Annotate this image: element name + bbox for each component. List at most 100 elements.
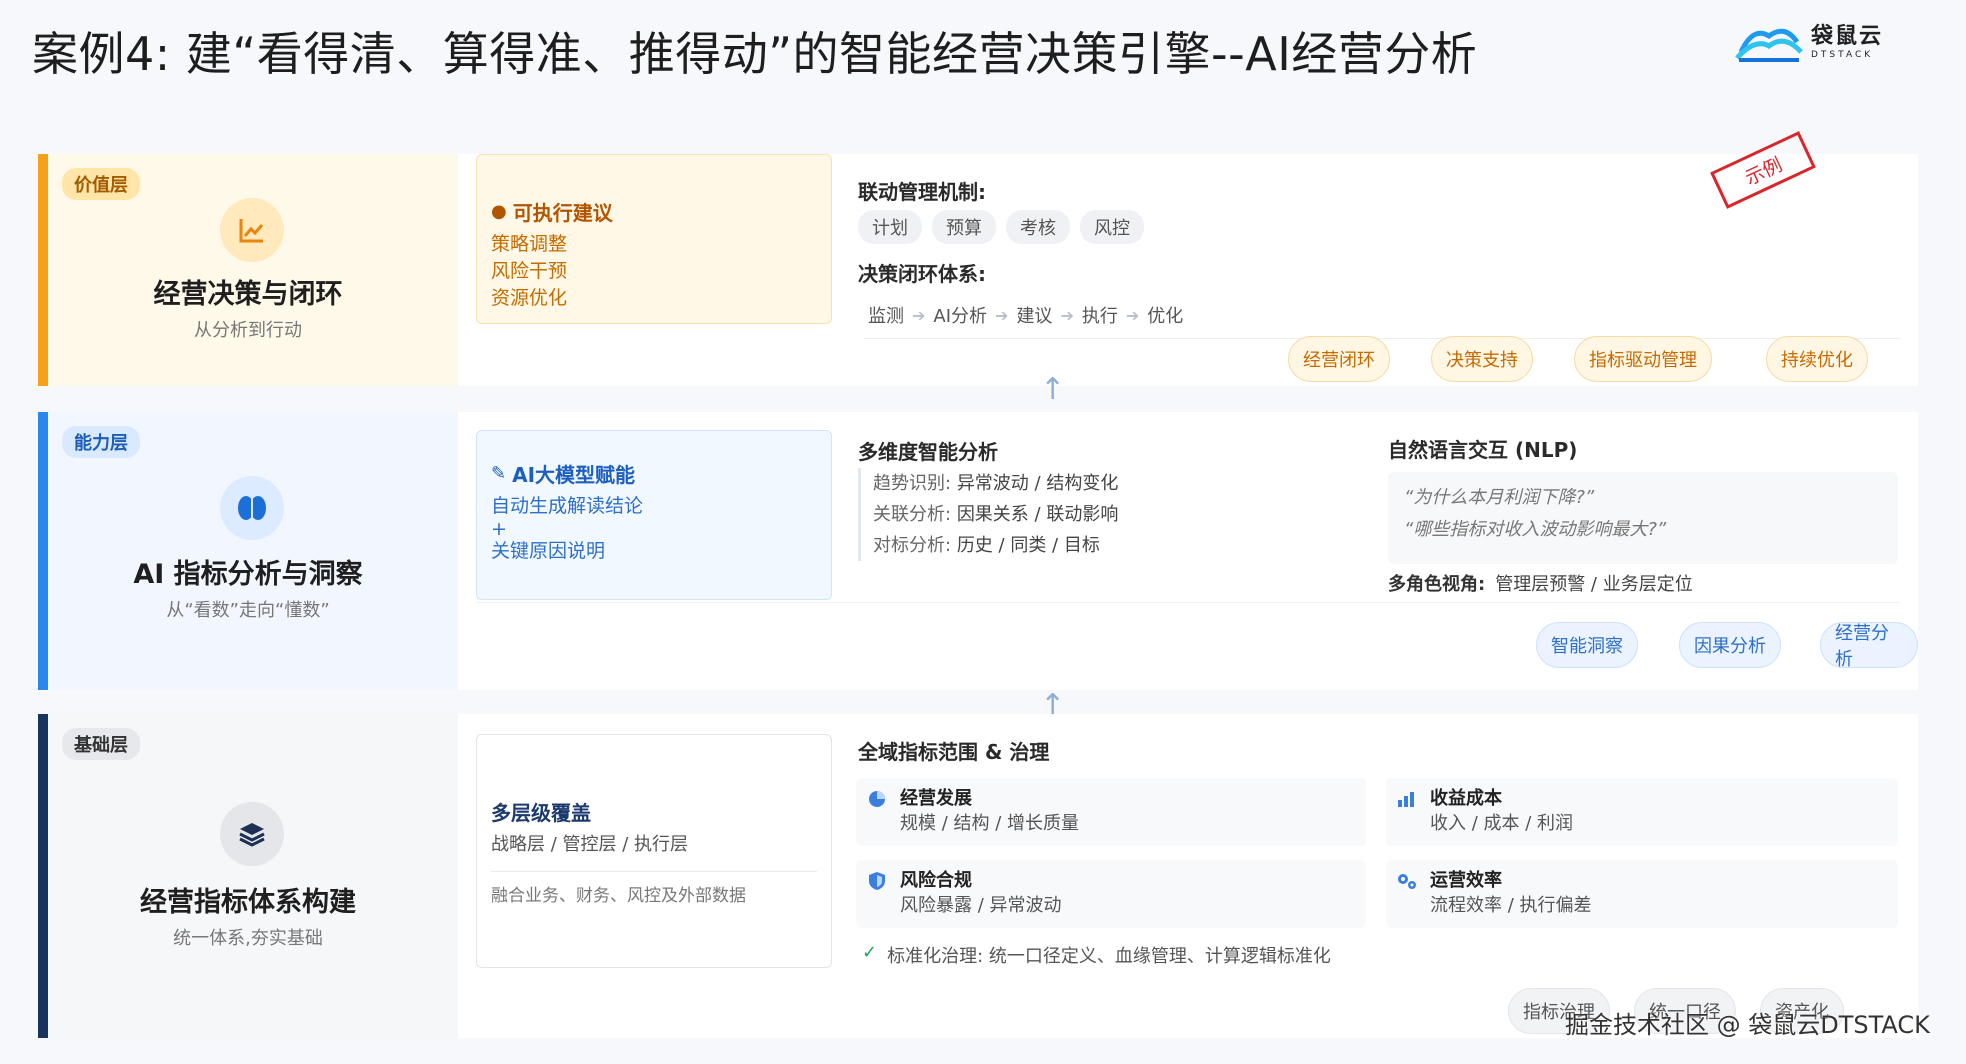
analysis-row: 趋势识别: 异常波动 / 结构变化 [873, 468, 1118, 499]
base-layer-title: 经营指标体系构建 [140, 887, 356, 918]
tag-decision-support: 决策支持 [1431, 336, 1533, 382]
governance-row: ✓ 标准化治理: 统一口径定义、血缘管理、计算逻辑标准化 [862, 942, 1331, 968]
analysis-key: 关联分析: [873, 504, 952, 525]
value-layer-badge: 价值层 [62, 168, 140, 200]
roles-label: 多角色视角: [1388, 574, 1486, 595]
tag-causal-analysis: 因果分析 [1679, 622, 1781, 668]
linkage-title: 联动管理机制: [858, 180, 986, 204]
value-layer-title: 经营决策与闭环 [153, 279, 343, 310]
multi-analysis-title: 多维度智能分析 [858, 440, 998, 464]
domain-desc: 规模 / 结构 / 增长质量 [900, 813, 1080, 834]
actionable-advice-card: ● 可执行建议 策略调整 风险干预 资源优化 [476, 154, 832, 324]
domain-revenue-cost: 收益成本 收入 / 成本 / 利润 [1386, 778, 1898, 846]
base-layer: 基础层 经营指标体系构建 统一体系,夯实基础 多层级覆盖 战略层 / 管控层 /… [38, 714, 1918, 1038]
analysis-row: 关联分析: 因果关系 / 联动影响 [873, 499, 1118, 530]
domain-name: 风险合规 [900, 870, 972, 891]
value-layer: 价值层 经营决策与闭环 从分析到行动 ● 可执行建议 策略调整 风险干预 资源优… [38, 154, 1918, 386]
analysis-value: 历史 / 同类 / 目标 [956, 535, 1100, 556]
watermark-text: 掘金技术社区 @ 袋鼠云DTSTACK [1565, 1011, 1930, 1039]
pie-chart-icon [866, 788, 888, 810]
ability-layer-title: AI 指标分析与洞察 [133, 559, 363, 590]
multi-level-line: 战略层 / 管控层 / 执行层 [491, 834, 689, 855]
logo-mark-icon [1735, 28, 1803, 62]
ai-model-line: + [491, 518, 507, 540]
analysis-value: 异常波动 / 结构变化 [956, 473, 1119, 494]
logo-en-text: DTSTACK [1811, 50, 1874, 60]
loop-step: 建议 [1016, 306, 1053, 327]
nlp-title: 自然语言交互 (NLP) [1388, 438, 1578, 462]
logo-cn-text: 袋鼠云 [1811, 24, 1884, 49]
advice-line: 风险干预 [491, 260, 568, 282]
multi-level-title: 多层级覆盖 [491, 801, 591, 825]
tag-business-analysis: 经营分析 [1820, 622, 1918, 670]
ability-layer-bar [38, 412, 48, 690]
domain-name: 运营效率 [1430, 870, 1502, 891]
multi-level-card: 多层级覆盖 战略层 / 管控层 / 执行层 融合业务、财务、风控及外部数据 [476, 734, 832, 968]
loop-step: 优化 [1147, 306, 1184, 327]
governance-text: 标准化治理: 统一口径定义、血缘管理、计算逻辑标准化 [887, 946, 1331, 967]
actionable-advice-title: 可执行建议 [512, 201, 613, 225]
ai-model-line: 关键原因说明 [491, 540, 606, 562]
base-layer-subtitle: 统一体系,夯实基础 [173, 928, 323, 949]
nlp-quote: “哪些指标对收入波动影响最大?” [1404, 519, 1667, 540]
base-layer-badge: 基础层 [62, 728, 140, 760]
analysis-key: 趋势识别: [873, 473, 952, 494]
ability-layer-header: 能力层 AI 指标分析与洞察 从“看数”走向“懂数” [38, 412, 458, 690]
base-layer-bar [38, 714, 48, 1038]
layers-icon [220, 802, 284, 866]
value-layer-subtitle: 从分析到行动 [194, 320, 302, 341]
advice-line: 策略调整 [491, 233, 568, 255]
domain-business-growth: 经营发展 规模 / 结构 / 增长质量 [856, 778, 1366, 846]
ability-layer-badge: 能力层 [62, 426, 140, 458]
arrow-up-icon: ↑ [1040, 372, 1066, 407]
ai-model-title: AI大模型赋能 [512, 463, 636, 487]
ai-model-line: 自动生成解读结论 [491, 495, 644, 517]
shield-icon [866, 870, 888, 892]
domain-name: 收益成本 [1430, 788, 1502, 809]
money-chart-icon [1396, 788, 1418, 810]
domain-desc: 风险暴露 / 异常波动 [900, 895, 1062, 916]
linkage-chip: 计划 [858, 210, 922, 244]
scope-title: 全域指标范围 & 治理 [858, 740, 1050, 764]
roles-row: 多角色视角: 管理层预警 / 业务层定位 [1388, 570, 1693, 596]
loop-title: 决策闭环体系: [858, 262, 986, 286]
analysis-key: 对标分析: [873, 535, 952, 556]
tag-continuous-optimization: 持续优化 [1766, 336, 1868, 382]
brain-icon [220, 476, 284, 540]
advice-line: 资源优化 [491, 287, 568, 309]
arrow-right-icon: ➔ [1060, 305, 1074, 325]
analysis-row: 对标分析: 历史 / 同类 / 目标 [873, 530, 1118, 561]
nlp-quote: “为什么本月利润下降?” [1404, 487, 1595, 508]
linkage-chips: 计划 预算 考核 风控 [858, 210, 1154, 244]
linkage-chip: 预算 [932, 210, 996, 244]
linkage-chip: 考核 [1006, 210, 1070, 244]
value-layer-header: 价值层 经营决策与闭环 从分析到行动 [38, 154, 458, 386]
magic-wand-icon: ✎ [491, 463, 507, 484]
analysis-value: 因果关系 / 联动影响 [956, 504, 1119, 525]
ai-model-card: ✎ AI大模型赋能 自动生成解读结论 + 关键原因说明 [476, 430, 832, 600]
domain-desc: 流程效率 / 执行偏差 [1430, 895, 1592, 916]
multi-analysis-list: 趋势识别: 异常波动 / 结构变化 关联分析: 因果关系 / 联动影响 对标分析… [858, 468, 1118, 561]
ability-layer: 能力层 AI 指标分析与洞察 从“看数”走向“懂数” ✎ AI大模型赋能 自动生… [38, 412, 1918, 690]
domain-risk-compliance: 风险合规 风险暴露 / 异常波动 [856, 860, 1366, 928]
decision-loop-flow: 监测 ➔ AI分析 ➔ 建议 ➔ 执行 ➔ 优化 [864, 298, 1900, 339]
domain-name: 经营发展 [900, 788, 972, 809]
loop-step: AI分析 [933, 306, 988, 327]
tag-business-loop: 经营闭环 [1288, 336, 1390, 382]
roles-value: 管理层预警 / 业务层定位 [1495, 574, 1693, 595]
base-layer-header: 基础层 经营指标体系构建 统一体系,夯实基础 [38, 714, 458, 1038]
company-logo: 袋鼠云 DTSTACK [1735, 22, 1883, 64]
chart-line-icon [220, 198, 284, 262]
arrow-right-icon: ➔ [995, 305, 1009, 325]
arrow-right-icon: ➔ [1125, 305, 1140, 325]
page-title: 案例4: 建“看得清、算得准、推得动”的智能经营决策引擎--AI经营分析 [32, 27, 1478, 81]
linkage-chip: 风控 [1080, 210, 1144, 244]
check-icon: ✓ [862, 942, 878, 963]
value-layer-bar [38, 154, 48, 386]
domain-operational-efficiency: 运营效率 流程效率 / 执行偏差 [1386, 860, 1898, 928]
multi-level-divider [491, 871, 817, 872]
loop-step: 执行 [1081, 306, 1118, 327]
loop-step: 监测 [868, 306, 904, 327]
gears-icon [1396, 870, 1418, 892]
lightbulb-icon: ● [491, 201, 507, 222]
